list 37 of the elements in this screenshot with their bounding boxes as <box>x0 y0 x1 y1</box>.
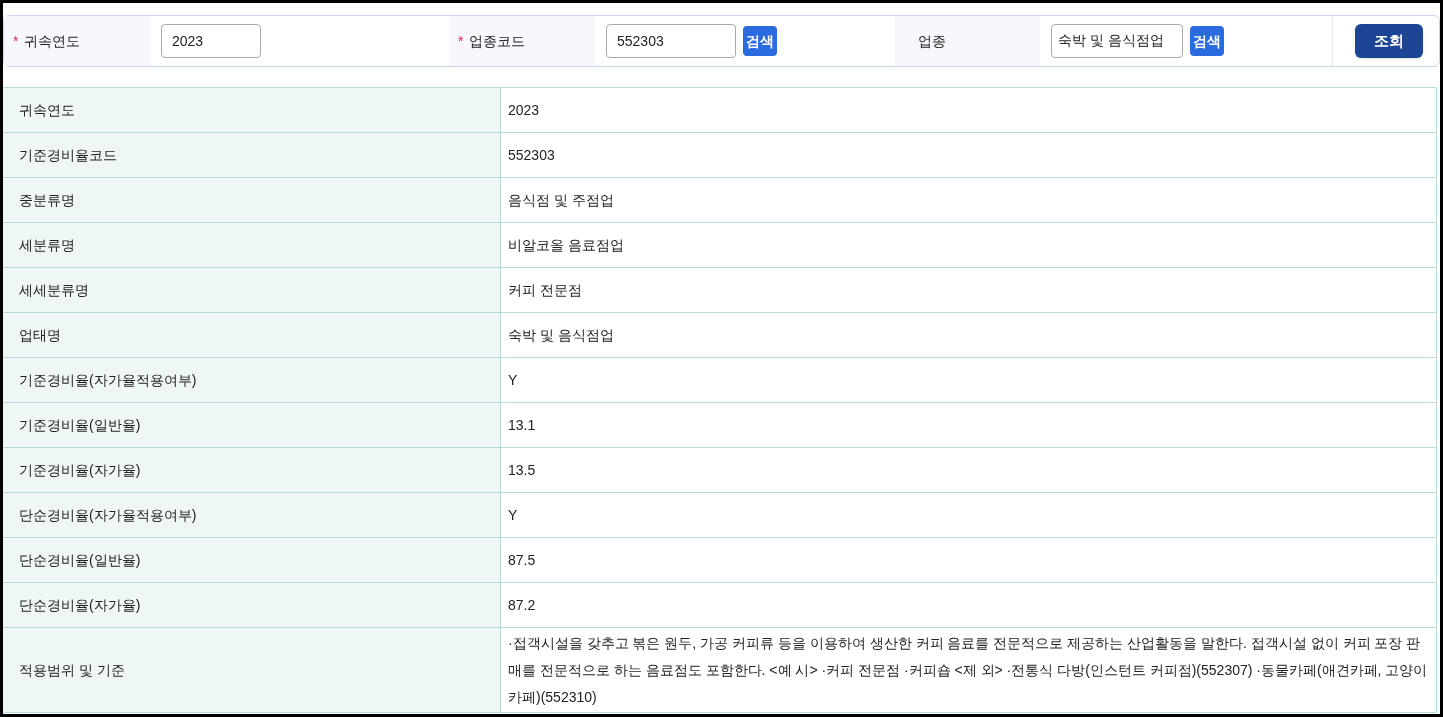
table-cell: 비알코올 음료점업 <box>501 223 1437 267</box>
table-header-cell: 세분류명 <box>3 223 501 267</box>
table-cell: 숙박 및 음식점업 <box>501 313 1437 357</box>
table-header-cell: 기준경비율코드 <box>3 133 501 177</box>
table-cell: ·접객시설을 갖추고 볶은 원두, 가공 커피류 등을 이용하여 생산한 커피 음료를 전문적으로 제공하는 산업활동을 말한다. 접객시설 없이 커피 포장 판매를 전문적으로 하는 음료점도 포함한다. <예 시> ·커피 전문점 ·커피숍 <제 외> ·전통식 다방(인스턴트 커피점)(552307) ·동물카페(애견카페, 고양이카페)(552310) <box>501 628 1437 712</box>
table-header-cell: 기준경비율(일반율) <box>3 403 501 447</box>
table-cell: 2023 <box>501 88 1437 132</box>
input-field[interactable]: 552303 <box>606 24 736 58</box>
table-cell: 87.2 <box>501 583 1437 627</box>
field-label-text: 업종 <box>918 31 946 51</box>
table-header-cell: 기준경비율(자가율적용여부) <box>3 358 501 402</box>
table-cell: 13.1 <box>501 403 1437 447</box>
table-cell: 552303 <box>501 133 1437 177</box>
submit-button[interactable]: 조회 <box>1355 24 1423 58</box>
table-header-cell: 단순경비율(자가율적용여부) <box>3 493 501 537</box>
table-cell: 커피 전문점 <box>501 268 1437 312</box>
table-cell: 87.5 <box>501 538 1437 582</box>
table-cell: 13.5 <box>501 448 1437 492</box>
input-field[interactable]: 숙박 및 음식점업 <box>1051 24 1183 58</box>
table-header-cell: 귀속연도 <box>3 88 501 132</box>
search-button[interactable]: 검색 <box>1190 26 1224 56</box>
table-cell: 음식점 및 주점업 <box>501 178 1437 222</box>
table-header-cell: 단순경비율(일반율) <box>3 538 501 582</box>
field-label-text: 업종코드 <box>469 31 526 51</box>
table-header-cell: 적용범위 및 기준 <box>3 628 501 712</box>
search-button[interactable]: 검색 <box>743 26 777 56</box>
required-mark: * <box>458 31 464 51</box>
table-header-cell: 업태명 <box>3 313 501 357</box>
table-cell: Y <box>501 358 1437 402</box>
table-header-cell: 기준경비율(자가율) <box>3 448 501 492</box>
required-mark: * <box>13 31 19 51</box>
table-header-cell: 중분류명 <box>3 178 501 222</box>
field-label-text: 귀속연도 <box>24 31 81 51</box>
table-header-cell: 세세분류명 <box>3 268 501 312</box>
table-header-cell: 단순경비율(자가율) <box>3 583 501 627</box>
input-field[interactable]: 2023 <box>161 24 261 58</box>
table-cell: Y <box>501 493 1437 537</box>
